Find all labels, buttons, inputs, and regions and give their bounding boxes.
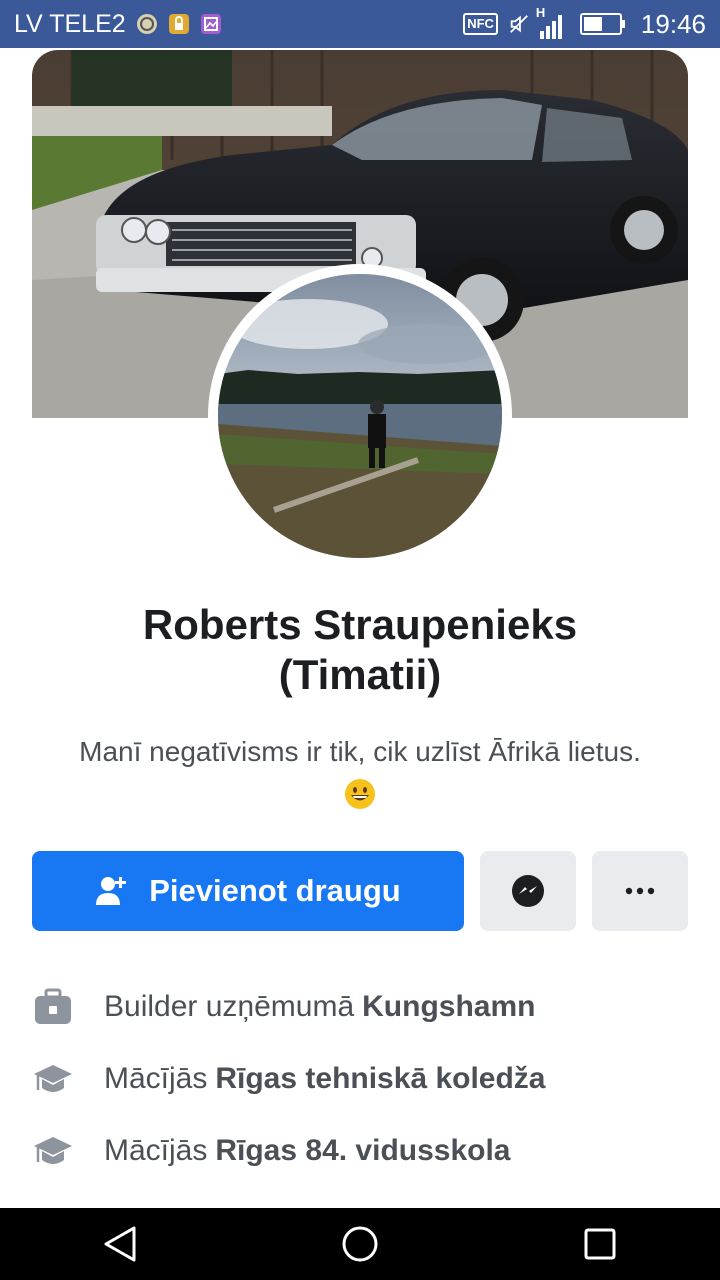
- recents-square-icon: [584, 1228, 616, 1260]
- profile-avatar[interactable]: [218, 274, 502, 558]
- system-nav-bar: [0, 1208, 720, 1280]
- add-person-icon: [96, 877, 127, 905]
- gallery-icon: [200, 13, 222, 35]
- info-row-education-2[interactable]: Mācījās Rīgas 84. vidusskola: [32, 1126, 692, 1176]
- add-friend-label: Pievienot draugu: [149, 873, 401, 908]
- carrier-label: LV TELE2: [14, 9, 126, 38]
- info-value: Kungshamn: [362, 990, 536, 1023]
- grinning-face-icon: [345, 779, 375, 809]
- info-prefix: Builder uzņēmumā: [104, 990, 355, 1023]
- network-type-label: H: [535, 5, 546, 20]
- add-friend-button[interactable]: Pievienot draugu: [32, 851, 464, 931]
- info-row-education-1[interactable]: Mācījās Rīgas tehniskā koledža: [32, 1054, 692, 1104]
- battery-icon: [579, 13, 625, 35]
- home-circle-icon: [342, 1226, 378, 1262]
- clock: 19:46: [640, 8, 706, 39]
- messenger-button[interactable]: [480, 851, 576, 931]
- profile-name-line2: (Timatii): [278, 651, 442, 698]
- more-dots-icon: [625, 887, 655, 895]
- status-bar: LV TELE2 NFC H 19:46: [0, 0, 720, 48]
- info-prefix: Mācījās: [104, 1062, 208, 1095]
- bio-text: Manī negatīvisms ir tik, cik uzlīst Āfri…: [79, 736, 641, 767]
- messenger-icon: [512, 875, 544, 907]
- recents-button[interactable]: [560, 1214, 640, 1274]
- back-button[interactable]: [80, 1214, 160, 1274]
- info-value: Rīgas tehniskā koledža: [215, 1062, 546, 1095]
- graduation-cap-icon: [32, 1058, 74, 1100]
- signal-icon: H: [536, 5, 562, 39]
- mute-icon: [508, 13, 530, 35]
- info-prefix: Mācījās: [104, 1134, 208, 1167]
- info-row-work[interactable]: Builder uzņēmumā Kungshamn: [32, 982, 692, 1032]
- graduation-cap-icon: [32, 1130, 74, 1172]
- home-button[interactable]: [320, 1214, 400, 1274]
- whatsapp-icon: [136, 13, 158, 35]
- profile-bio: Manī negatīvisms ir tik, cik uzlīst Āfri…: [20, 732, 700, 810]
- briefcase-icon: [32, 986, 74, 1028]
- back-triangle-icon: [104, 1226, 136, 1262]
- more-options-button[interactable]: [592, 851, 688, 931]
- profile-name: Roberts Straupenieks (Timatii): [40, 600, 680, 700]
- info-value: Rīgas 84. vidusskola: [215, 1134, 511, 1167]
- nfc-icon: NFC: [463, 13, 498, 35]
- profile-name-line1: Roberts Straupenieks: [142, 601, 578, 648]
- lock-app-icon: [168, 13, 190, 35]
